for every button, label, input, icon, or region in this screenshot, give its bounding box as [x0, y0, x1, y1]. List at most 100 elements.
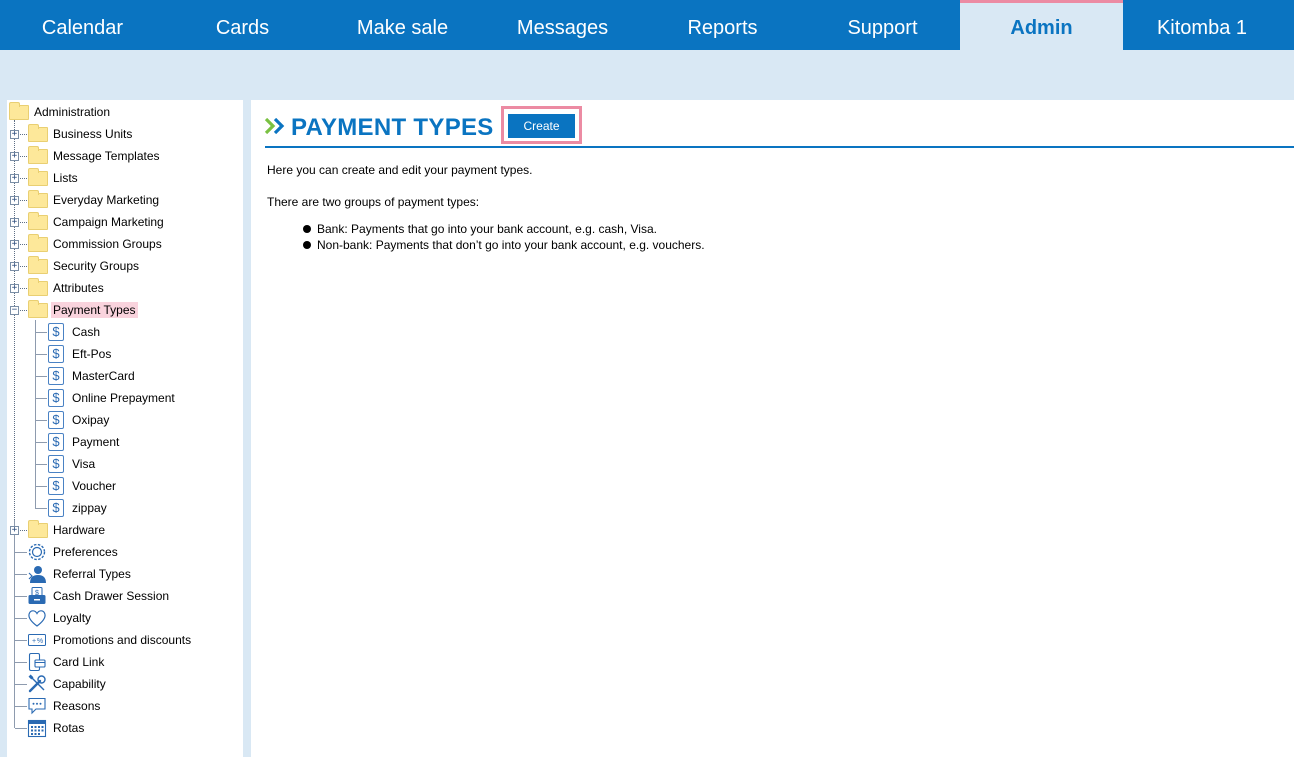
expand-icon[interactable]: +: [10, 174, 19, 183]
tree-item-visa[interactable]: $ Visa: [48, 454, 97, 474]
tree-connector: [35, 442, 47, 443]
dollar-icon: $: [48, 411, 64, 429]
folder-icon: [28, 123, 48, 142]
list-item: Non-bank: Payments that don’t go into yo…: [303, 237, 705, 253]
dollar-icon: $: [48, 433, 64, 451]
tree-folder-label: Hardware: [53, 523, 106, 537]
tree-item-loyalty[interactable]: Loyalty: [27, 608, 93, 628]
tree-item-voucher[interactable]: $ Voucher: [48, 476, 118, 496]
tools-icon: [27, 674, 47, 694]
tree-folder-lists[interactable]: Lists: [28, 167, 80, 188]
tree-item-cash[interactable]: $ Cash: [48, 322, 102, 342]
tree-item-capability[interactable]: Capability: [27, 674, 108, 694]
tree-folder-label: Lists: [53, 171, 78, 185]
tree-item-label: zippay: [72, 501, 107, 515]
folder-icon: [28, 167, 48, 186]
bullet-icon: [303, 225, 311, 233]
tree-folder-security-groups[interactable]: Security Groups: [28, 255, 141, 276]
tree-item-label: Payment: [72, 435, 120, 449]
tree-item-mastercard[interactable]: $ MasterCard: [48, 366, 137, 386]
tree-connector: [35, 398, 47, 399]
tree-connector: [15, 684, 27, 685]
groups-intro-text: There are two groups of payment types:: [267, 195, 480, 209]
page-title: PAYMENT TYPES: [291, 114, 494, 141]
tree-connector: [35, 420, 47, 421]
tree-item-zippay[interactable]: $ zippay: [48, 498, 109, 518]
tree-folder-label: Commission Groups: [53, 237, 162, 251]
tab-messages[interactable]: Messages: [485, 0, 640, 50]
tree-folder-payment-types[interactable]: Payment Types: [28, 299, 138, 320]
tree-connector: [35, 508, 47, 509]
tree-item-eft-pos[interactable]: $ Eft-Pos: [48, 344, 113, 364]
tree-item-cash-drawer-session[interactable]: $ Cash Drawer Session: [27, 586, 171, 606]
tree-folder-commission-groups[interactable]: Commission Groups: [28, 233, 164, 254]
tree-item-oxipay[interactable]: $ Oxipay: [48, 410, 111, 430]
tab-reports[interactable]: Reports: [640, 0, 805, 50]
tree-item-label: Promotions and discounts: [53, 633, 192, 647]
tree-item-card-link[interactable]: Card Link: [27, 652, 106, 672]
tree-connector: [15, 662, 27, 663]
expand-icon[interactable]: +: [10, 218, 19, 227]
tree-folder-hardware[interactable]: Hardware: [28, 519, 107, 540]
tree-item-label: Cash Drawer Session: [53, 589, 170, 603]
tree-item-rotas[interactable]: Rotas: [27, 718, 86, 738]
tree-item-referral-types[interactable]: Referral Types: [27, 564, 133, 584]
create-button[interactable]: Create: [508, 114, 575, 138]
expand-icon[interactable]: +: [10, 526, 19, 535]
tree-folder-label: Attributes: [53, 281, 104, 295]
tree-connector: [15, 596, 27, 597]
folder-icon: [28, 233, 48, 252]
folder-open-icon: [28, 299, 48, 318]
speech-bubble-icon: [27, 696, 47, 716]
heart-icon: [27, 608, 47, 628]
tree-folder-label: Message Templates: [53, 149, 160, 163]
expand-icon[interactable]: +: [10, 152, 19, 161]
dollar-icon: $: [48, 477, 64, 495]
tab-admin[interactable]: Admin: [960, 0, 1123, 50]
tree-folder-label: Everyday Marketing: [53, 193, 160, 207]
expand-icon[interactable]: +: [10, 262, 19, 271]
tree-folder-label: Campaign Marketing: [53, 215, 164, 229]
tree-item-label: Voucher: [72, 479, 117, 493]
folder-icon: [28, 189, 48, 208]
top-navigation: Calendar Cards Make sale Messages Report…: [0, 0, 1294, 50]
tree-item-label: MasterCard: [72, 369, 135, 383]
person-icon: [27, 564, 47, 584]
tree-connector: [15, 640, 27, 641]
main-content: PAYMENT TYPES Create Here you can create…: [251, 100, 1294, 757]
tree-item-label: Cash: [72, 325, 101, 339]
tree-item-label: Reasons: [53, 699, 101, 713]
svg-text:%: %: [37, 638, 43, 645]
tree-item-preferences[interactable]: Preferences: [27, 542, 120, 562]
create-button-highlight: Create: [501, 106, 582, 144]
expand-icon[interactable]: +: [10, 240, 19, 249]
tree-connector: [35, 354, 47, 355]
expand-icon[interactable]: +: [10, 130, 19, 139]
tree-connector: [35, 320, 36, 508]
tab-calendar[interactable]: Calendar: [0, 0, 165, 50]
folder-icon: [28, 211, 48, 230]
tree-folder-business-units[interactable]: Business Units: [28, 123, 134, 144]
tree-folder-attributes[interactable]: Attributes: [28, 277, 106, 298]
tree-folder-everyday-marketing[interactable]: Everyday Marketing: [28, 189, 161, 210]
tree-item-payment[interactable]: $ Payment: [48, 432, 121, 452]
collapse-icon[interactable]: −: [10, 306, 19, 315]
tab-cards[interactable]: Cards: [165, 0, 320, 50]
tree-item-promotions-and-discounts[interactable]: +% Promotions and discounts: [27, 630, 193, 650]
tab-support[interactable]: Support: [805, 0, 960, 50]
tree-item-online-prepayment[interactable]: $ Online Prepayment: [48, 388, 177, 408]
dollar-icon: $: [48, 455, 64, 473]
tree-item-label: Rotas: [53, 721, 85, 735]
dollar-icon: $: [48, 389, 64, 407]
tree-folder-label: Payment Types: [51, 302, 138, 318]
tab-kitomba-1[interactable]: Kitomba 1: [1123, 0, 1281, 50]
tree-connector: [35, 332, 47, 333]
tree-root-label: Administration: [34, 105, 111, 119]
tree-folder-message-templates[interactable]: Message Templates: [28, 145, 162, 166]
tree-item-reasons[interactable]: Reasons: [27, 696, 102, 716]
tree-root[interactable]: Administration: [9, 101, 112, 122]
tab-make-sale[interactable]: Make sale: [320, 0, 485, 50]
expand-icon[interactable]: +: [10, 284, 19, 293]
tree-folder-campaign-marketing[interactable]: Campaign Marketing: [28, 211, 166, 232]
expand-icon[interactable]: +: [10, 196, 19, 205]
